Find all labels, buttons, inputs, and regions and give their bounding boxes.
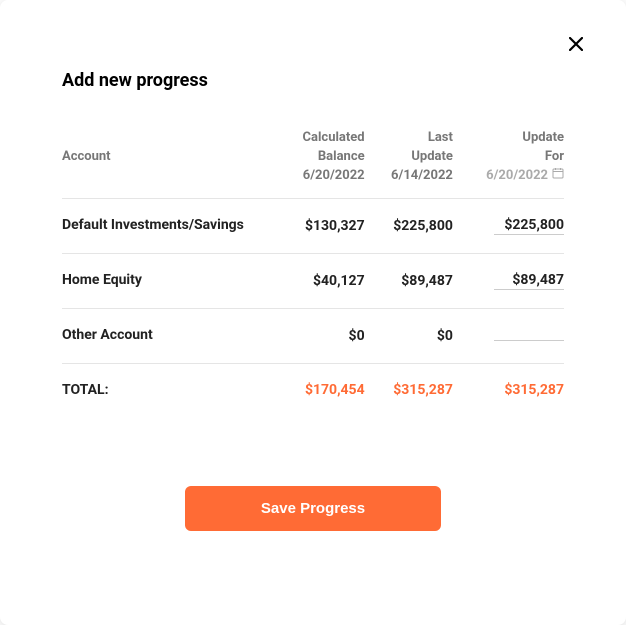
table-row: Default Investments/Savings $130,327 $22… (62, 198, 564, 253)
progress-table: Account Calculated Balance 6/20/2022 Las… (62, 121, 564, 416)
table-row: Other Account $0 $0 (62, 308, 564, 363)
cell-update: $225,800 (453, 198, 564, 253)
total-label: TOTAL: (62, 363, 276, 416)
progress-table-wrap: Account Calculated Balance 6/20/2022 Las… (62, 121, 564, 416)
cell-last: $0 (365, 308, 453, 363)
update-input[interactable]: $225,800 (494, 217, 564, 235)
save-progress-button[interactable]: Save Progress (185, 486, 441, 531)
cell-calculated: $40,127 (276, 253, 365, 308)
cell-update (453, 308, 564, 363)
add-progress-dialog: Add new progress Account Calculated Bala… (0, 0, 626, 625)
cell-account: Home Equity (62, 253, 276, 308)
close-button[interactable] (566, 35, 586, 55)
cell-calculated: $130,327 (276, 198, 365, 253)
cell-update: $89,487 (453, 253, 564, 308)
total-last: $315,287 (365, 363, 453, 416)
col-last-update: Last Update 6/14/2022 (365, 121, 453, 198)
cell-last: $225,800 (365, 198, 453, 253)
close-icon (569, 35, 583, 55)
total-update: $315,287 (453, 363, 564, 416)
table-row: Home Equity $40,127 $89,487 $89,487 (62, 253, 564, 308)
cell-account: Default Investments/Savings (62, 198, 276, 253)
col-account: Account (62, 121, 276, 198)
cell-account: Other Account (62, 308, 276, 363)
col-update-for: Update For 6/20/2022 (453, 121, 564, 198)
total-calculated: $170,454 (276, 363, 365, 416)
cell-calculated: $0 (276, 308, 365, 363)
total-row: TOTAL: $170,454 $315,287 $315,287 (62, 363, 564, 416)
col-calculated: Calculated Balance 6/20/2022 (276, 121, 365, 198)
cell-last: $89,487 (365, 253, 453, 308)
calendar-icon (552, 167, 564, 186)
update-input[interactable]: $89,487 (494, 272, 564, 290)
update-input[interactable] (494, 327, 564, 341)
update-date-picker[interactable]: 6/20/2022 (486, 167, 564, 186)
dialog-title: Add new progress (62, 70, 626, 91)
